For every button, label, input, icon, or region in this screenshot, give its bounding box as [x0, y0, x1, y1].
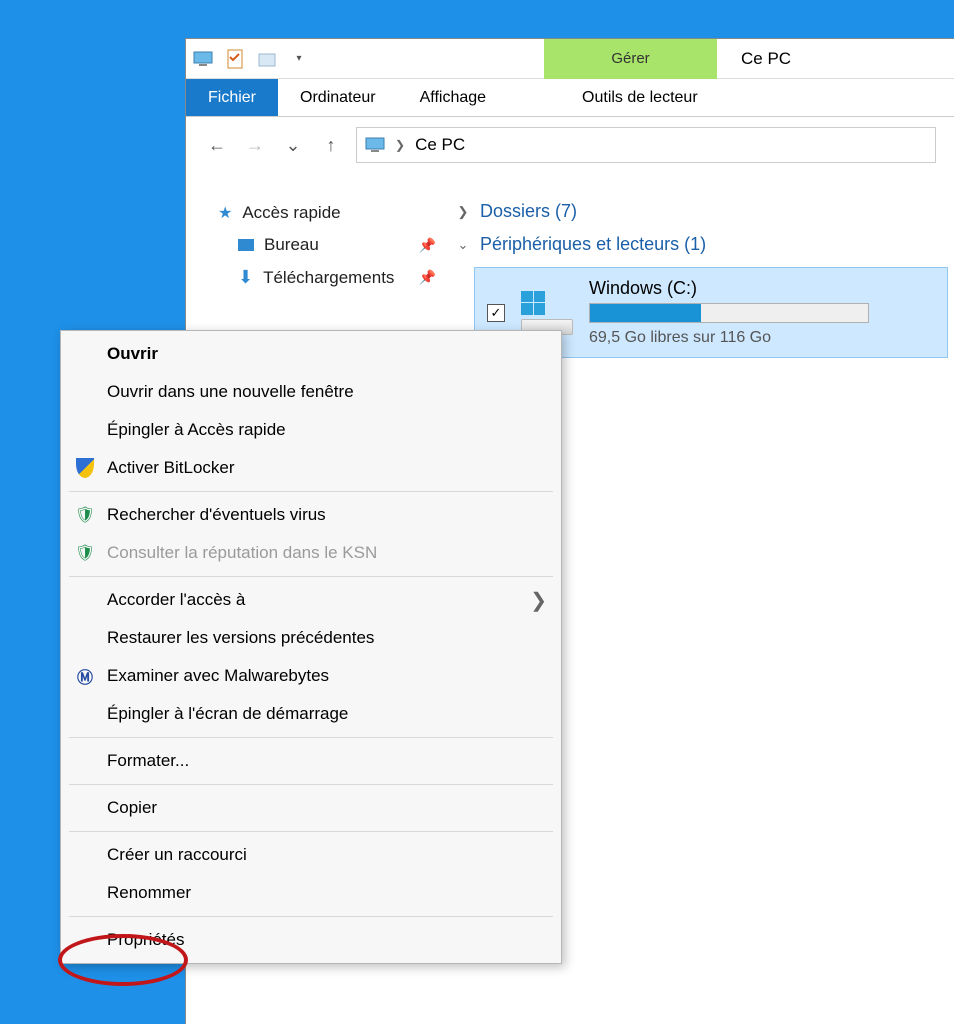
- cm-malwarebytes[interactable]: Ⓜ Examiner avec Malwarebytes: [63, 657, 559, 695]
- chevron-right-icon: ❯: [456, 204, 470, 220]
- chevron-right-icon: ❯: [395, 138, 405, 152]
- tab-file[interactable]: Fichier: [186, 79, 278, 116]
- chevron-down-icon: ⌄: [456, 237, 470, 253]
- chevron-right-icon: ❯: [530, 588, 547, 613]
- cm-properties[interactable]: Propriétés: [63, 921, 559, 959]
- cm-pin-quick-access[interactable]: Épingler à Accès rapide: [63, 411, 559, 449]
- tab-computer[interactable]: Ordinateur: [278, 79, 398, 116]
- cm-pin-start[interactable]: Épingler à l'écran de démarrage: [63, 695, 559, 733]
- navigation-bar: ← → ⌄ ↑ ❯ Ce PC: [186, 117, 954, 173]
- context-tab-header: Gérer: [544, 39, 717, 79]
- cm-open-new-window[interactable]: Ouvrir dans une nouvelle fenêtre: [63, 373, 559, 411]
- cm-ksn-reputation: 🛡 Consulter la réputation dans le KSN: [63, 534, 559, 572]
- sidebar-quick-access[interactable]: ★ Accès rapide: [214, 197, 450, 229]
- shield-icon: [73, 456, 97, 480]
- separator: [69, 737, 553, 738]
- tab-view[interactable]: Affichage: [398, 79, 508, 116]
- nav-back-icon[interactable]: ←: [204, 132, 230, 158]
- sidebar-downloads[interactable]: ⬇ Téléchargements 📌: [214, 261, 450, 294]
- titlebar: ▾ Gérer Ce PC: [186, 39, 954, 79]
- properties-qat-icon[interactable]: [224, 48, 246, 70]
- antivirus-icon: 🛡: [73, 541, 97, 565]
- cm-format[interactable]: Formater...: [63, 742, 559, 780]
- group-folders[interactable]: ❯ Dossiers (7): [450, 195, 954, 228]
- separator: [69, 491, 553, 492]
- cm-activate-bitlocker[interactable]: Activer BitLocker: [63, 449, 559, 487]
- sidebar-desktop[interactable]: Bureau 📌: [214, 229, 450, 261]
- sidebar-item-label: Accès rapide: [242, 203, 340, 223]
- drive-name: Windows (C:): [589, 278, 935, 299]
- context-menu: Ouvrir Ouvrir dans une nouvelle fenêtre …: [60, 330, 562, 964]
- quick-access-toolbar: ▾: [186, 48, 316, 70]
- group-label: Périphériques et lecteurs (1): [480, 234, 706, 255]
- cm-open[interactable]: Ouvrir: [63, 335, 559, 373]
- group-label: Dossiers (7): [480, 201, 577, 222]
- sidebar-item-label: Bureau: [264, 235, 319, 255]
- drive-icon: [521, 291, 573, 335]
- desktop-icon: [238, 239, 254, 251]
- pin-icon: 📌: [419, 269, 436, 286]
- drive-status: 69,5 Go libres sur 116 Go: [589, 329, 935, 347]
- download-icon: ⬇: [238, 267, 253, 288]
- cm-rename[interactable]: Renommer: [63, 874, 559, 912]
- drive-usage-fill: [590, 304, 701, 322]
- cm-create-shortcut[interactable]: Créer un raccourci: [63, 836, 559, 874]
- breadcrumb-item[interactable]: Ce PC: [415, 135, 465, 155]
- drive-usage-bar: [589, 303, 869, 323]
- nav-forward-icon: →: [242, 132, 268, 158]
- cm-grant-access[interactable]: Accorder l'accès à ❯: [63, 581, 559, 619]
- nav-up-icon[interactable]: ↑: [318, 132, 344, 158]
- new-folder-qat-icon[interactable]: [256, 48, 278, 70]
- separator: [69, 784, 553, 785]
- cm-copy[interactable]: Copier: [63, 789, 559, 827]
- cm-scan-virus[interactable]: 🛡 Rechercher d'éventuels virus: [63, 496, 559, 534]
- pin-icon: 📌: [419, 237, 436, 254]
- nav-recent-dropdown-icon[interactable]: ⌄: [280, 132, 306, 158]
- sidebar-item-label: Téléchargements: [263, 268, 394, 288]
- drive-checkbox[interactable]: ✓: [487, 304, 505, 322]
- cm-restore-versions[interactable]: Restaurer les versions précédentes: [63, 619, 559, 657]
- star-icon: ★: [218, 203, 232, 223]
- antivirus-icon: 🛡: [73, 503, 97, 527]
- malwarebytes-icon: Ⓜ: [73, 664, 97, 688]
- separator: [69, 831, 553, 832]
- qat-dropdown-icon[interactable]: ▾: [288, 48, 310, 70]
- separator: [69, 576, 553, 577]
- window-title: Ce PC: [717, 49, 791, 69]
- separator: [69, 916, 553, 917]
- pc-icon: [192, 48, 214, 70]
- breadcrumb[interactable]: ❯ Ce PC: [356, 127, 936, 163]
- drive-info: Windows (C:) 69,5 Go libres sur 116 Go: [589, 278, 935, 347]
- pc-icon: [365, 137, 385, 153]
- tab-drive-tools[interactable]: Outils de lecteur: [560, 79, 720, 116]
- group-devices[interactable]: ⌄ Périphériques et lecteurs (1): [450, 228, 954, 261]
- ribbon-tabs: Fichier Ordinateur Affichage Outils de l…: [186, 79, 954, 117]
